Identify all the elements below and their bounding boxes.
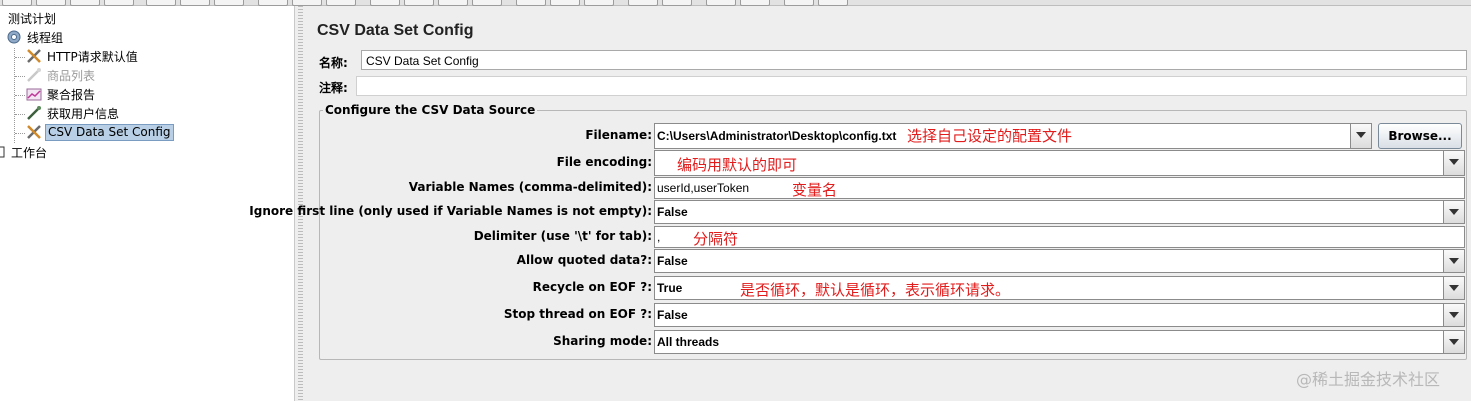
annotation-filename: 选择自己设定的配置文件 [907, 127, 1073, 145]
stop-thread-eof-value: False [657, 308, 688, 322]
annotation-variable-names: 变量名 [792, 181, 838, 199]
page-title: CSV Data Set Config [317, 22, 474, 39]
sharing-mode-value: All threads [657, 335, 720, 349]
chevron-down-icon[interactable] [1443, 151, 1464, 175]
tree-item-workbench[interactable]: 工作台 [0, 143, 49, 161]
group-title: Configure the CSV Data Source [323, 103, 538, 117]
pipette-sampler-icon [26, 67, 42, 83]
chevron-down-icon[interactable] [1443, 277, 1464, 299]
tree-item-label: 工作台 [11, 145, 48, 160]
tree-item-label: 线程组 [27, 30, 64, 45]
filename-value: C:\Users\Administrator\Desktop\config.tx… [657, 129, 897, 143]
variable-names-input[interactable]: userId,userToken [654, 177, 1465, 199]
tree-connector [15, 76, 25, 77]
comment-field[interactable] [356, 76, 1467, 96]
workbench-icon [0, 144, 6, 160]
tree-item-label: 聚合报告 [47, 87, 96, 102]
tree-item-http-defaults[interactable]: HTTP请求默认值 [26, 47, 140, 65]
annotation-recycle: 是否循环，默认是循环，表示循环请求。 [740, 281, 1011, 299]
browse-button[interactable]: Browse... [1378, 123, 1462, 149]
chevron-down-icon[interactable] [1443, 201, 1464, 223]
tree-item-test-plan[interactable]: 测试计划 [6, 9, 58, 27]
tree-item-product-list[interactable]: 商品列表 [26, 66, 97, 84]
wrench-tools-icon [26, 48, 42, 64]
name-label: 名称: [319, 56, 348, 70]
ignore-first-line-combo[interactable]: False [654, 200, 1465, 224]
tree-connector [15, 95, 25, 96]
name-field[interactable]: CSV Data Set Config [361, 50, 1467, 70]
watermark: @稀土掘金技术社区 [1296, 370, 1441, 389]
chevron-down-icon[interactable] [1443, 331, 1464, 353]
annotation-delimiter: 分隔符 [693, 230, 739, 248]
allow-quoted-value: False [657, 254, 688, 268]
ignore-first-line-label: Ignore first line (only used if Variable… [249, 204, 652, 218]
tree-item-label: 商品列表 [47, 68, 96, 83]
tree-item-label: 获取用户信息 [47, 106, 120, 121]
stop-thread-eof-label: Stop thread on EOF ?: [503, 307, 652, 321]
wrench-tools-icon [26, 124, 42, 140]
tree-item-label: HTTP请求默认值 [47, 49, 138, 64]
chevron-down-icon[interactable] [1350, 124, 1371, 148]
tree-item-thread-group[interactable]: 线程组 [6, 28, 65, 46]
allow-quoted-combo[interactable]: False [654, 249, 1465, 273]
chart-report-icon [26, 86, 42, 102]
tree-connector [15, 57, 25, 58]
pipette-sampler-icon [26, 105, 42, 121]
recycle-eof-label: Recycle on EOF ?: [532, 280, 652, 294]
allow-quoted-label: Allow quoted data?: [516, 253, 652, 267]
sharing-mode-combo[interactable]: All threads [654, 330, 1465, 354]
ignore-first-line-value: False [657, 205, 688, 219]
delimiter-label: Delimiter (use '\t' for tab): [473, 229, 652, 243]
sharing-mode-label: Sharing mode: [553, 334, 652, 348]
tree-item-aggregate-report[interactable]: 聚合报告 [26, 85, 97, 103]
chevron-down-icon[interactable] [1443, 250, 1464, 272]
filename-label: Filename: [585, 128, 652, 142]
tree-item-csv-data-set-config[interactable]: CSV Data Set Config [26, 123, 174, 141]
chevron-down-icon[interactable] [1443, 304, 1464, 326]
variable-names-label: Variable Names (comma-delimited): [408, 180, 652, 194]
recycle-eof-value: True [657, 281, 683, 295]
tree-item-label: CSV Data Set Config [45, 124, 174, 141]
encoding-label: File encoding: [556, 155, 652, 169]
delimiter-input[interactable]: , [654, 226, 1465, 248]
tree-item-get-user-info[interactable]: 获取用户信息 [26, 104, 121, 122]
stop-thread-eof-combo[interactable]: False [654, 303, 1465, 327]
comment-label: 注释: [319, 81, 348, 95]
thread-group-gear-icon [6, 29, 22, 45]
tree-connector [15, 114, 25, 115]
tree-item-label: 测试计划 [8, 11, 57, 26]
annotation-encoding: 编码用默认的即可 [677, 156, 798, 174]
tree-connector [15, 133, 25, 134]
